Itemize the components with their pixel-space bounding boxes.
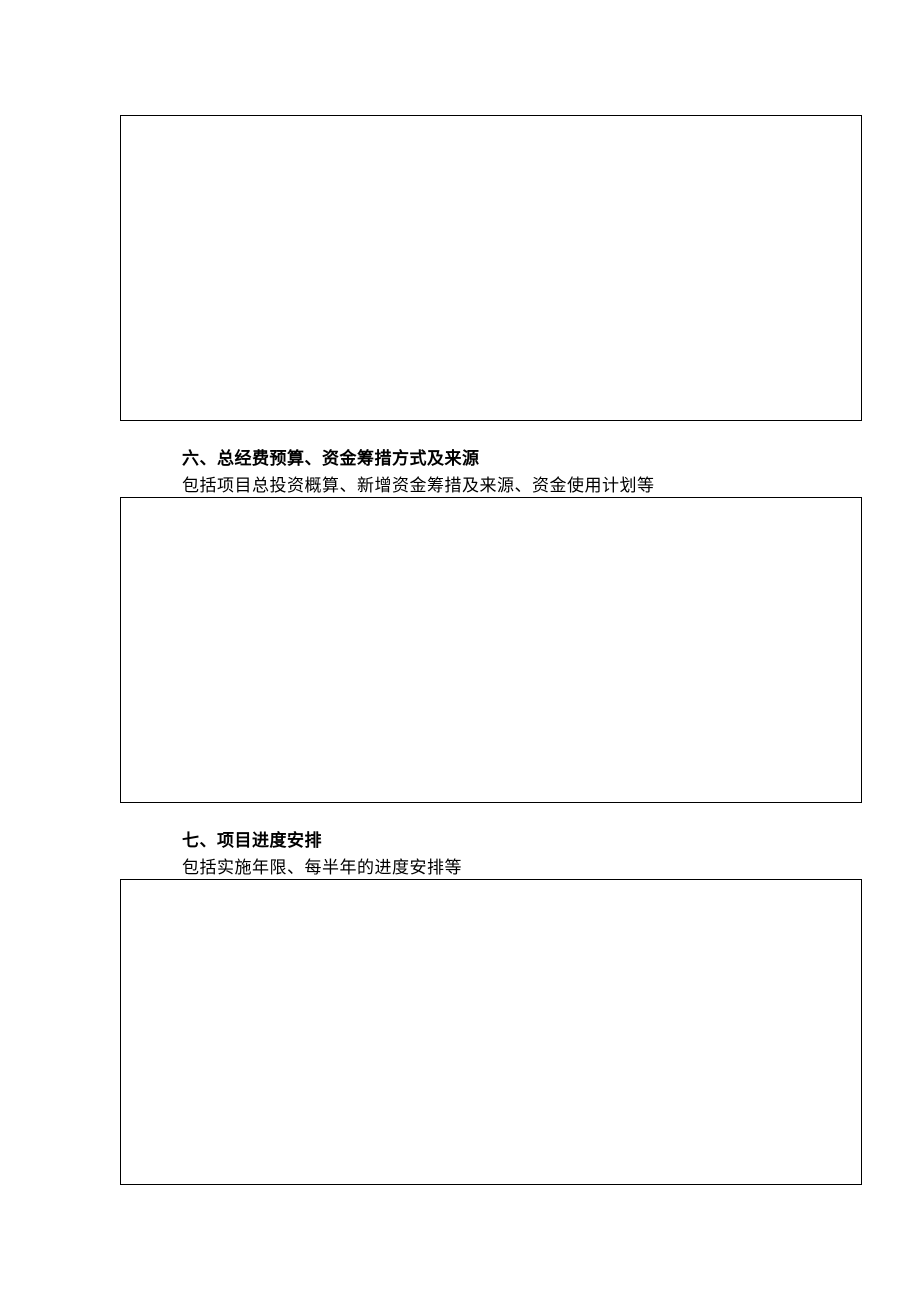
section-7-description: 包括实施年限、每半年的进度安排等 [182, 853, 462, 878]
section-6-heading: 六、总经费预算、资金筹措方式及来源 [182, 444, 480, 469]
section-7-heading: 七、项目进度安排 [182, 826, 322, 851]
input-box-section-7 [120, 879, 862, 1185]
input-box-section-6 [120, 497, 862, 803]
section-6-description: 包括项目总投资概算、新增资金筹措及来源、资金使用计划等 [182, 471, 655, 496]
input-box-section-5 [120, 115, 862, 421]
